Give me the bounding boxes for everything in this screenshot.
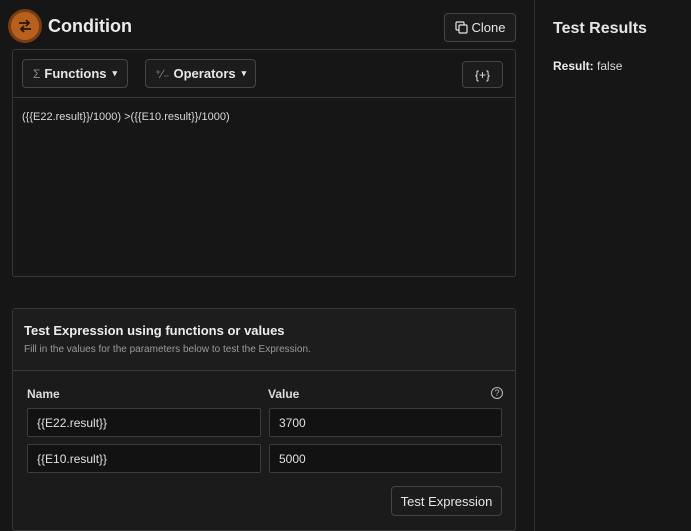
- sigma-icon: Σ: [32, 66, 41, 81]
- test-results-panel: Test Results Result: false: [534, 0, 691, 531]
- param-name-field[interactable]: [27, 444, 261, 473]
- condition-swap-icon: [8, 9, 42, 43]
- copy-icon: [454, 21, 468, 34]
- help-icon[interactable]: ?: [491, 387, 503, 399]
- operators-label: Operators: [173, 66, 236, 81]
- value-column-header: Value: [268, 387, 300, 401]
- operators-icon: ⁺∕₋: [154, 66, 170, 81]
- result-line: Result: false: [553, 59, 622, 73]
- operators-dropdown[interactable]: ⁺∕₋ Operators ▾: [145, 59, 256, 88]
- test-panel-header: Test Expression using functions or value…: [13, 309, 515, 371]
- test-expression-button[interactable]: Test Expression: [391, 486, 502, 516]
- test-panel-title: Test Expression using functions or value…: [24, 323, 285, 338]
- param-value-field[interactable]: [269, 444, 502, 473]
- param-name-field[interactable]: [27, 408, 261, 437]
- condition-header: Condition Clone: [8, 8, 518, 46]
- expression-editor: Σ Functions ▾ ⁺∕₋ Operators ▾ {+} ({{E22…: [12, 49, 516, 277]
- result-label: Result:: [553, 59, 594, 73]
- name-column-header: Name: [27, 387, 60, 401]
- insert-variable-button[interactable]: {+}: [462, 61, 503, 88]
- chevron-down-icon: ▾: [241, 68, 247, 78]
- results-title: Test Results: [553, 20, 647, 37]
- test-panel-subtitle: Fill in the values for the parameters be…: [24, 344, 311, 355]
- clone-label: Clone: [471, 20, 506, 35]
- expression-text[interactable]: ({{E22.result}}/1000) >({{E10.result}}/1…: [22, 111, 230, 123]
- param-value-field[interactable]: [269, 408, 502, 437]
- functions-dropdown[interactable]: Σ Functions ▾: [22, 59, 128, 88]
- clone-button[interactable]: Clone: [444, 13, 516, 42]
- page-title: Condition: [48, 16, 132, 36]
- test-expression-panel: Test Expression using functions or value…: [12, 308, 516, 531]
- result-value: false: [597, 59, 623, 73]
- chevron-down-icon: ▾: [112, 68, 118, 78]
- condition-panel: Condition Clone Σ Functions ▾ ⁺∕₋ Operat…: [0, 0, 534, 531]
- functions-label: Functions: [44, 66, 107, 81]
- editor-toolbar: Σ Functions ▾ ⁺∕₋ Operators ▾ {+}: [13, 50, 515, 98]
